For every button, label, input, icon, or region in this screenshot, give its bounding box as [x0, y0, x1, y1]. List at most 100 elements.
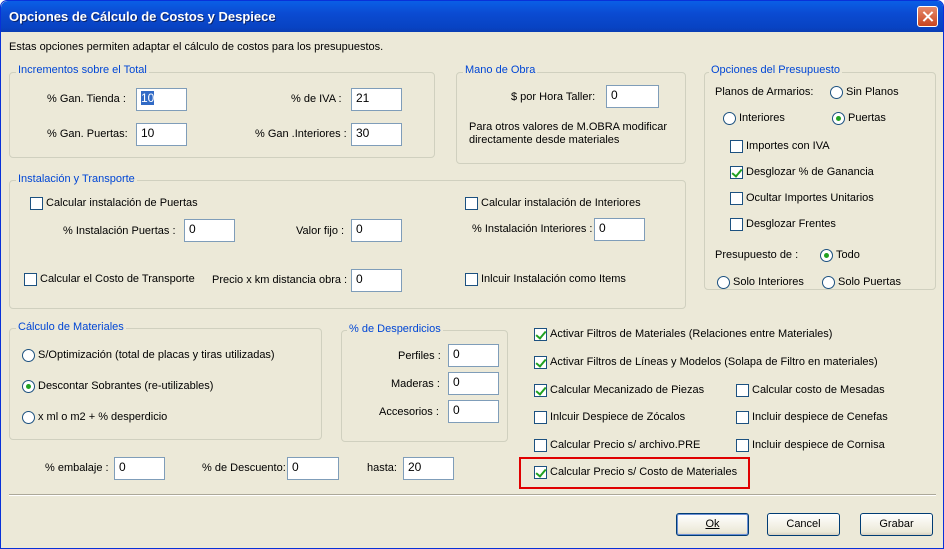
- importes-iva-checkbox[interactable]: [730, 140, 743, 153]
- calc-inst-interiores-checkbox[interactable]: [465, 197, 478, 210]
- descontar-label[interactable]: Descontar Sobrantes (re-utilizables): [38, 380, 213, 392]
- mano-obra-note-2: directamente desde materiales: [469, 134, 620, 146]
- ml-m2-label[interactable]: x ml o m2 + % desperdicio: [38, 411, 167, 423]
- gan-puertas-input[interactable]: 10: [136, 123, 187, 146]
- todo-radio[interactable]: [820, 249, 833, 262]
- solo-interiores-label[interactable]: Solo Interiores: [733, 276, 804, 288]
- mesadas-label[interactable]: Calcular costo de Mesadas: [752, 384, 885, 396]
- incluir-items-label[interactable]: Inlcuir Instalación como Items: [481, 273, 626, 285]
- embalaje-input[interactable]: 0: [114, 457, 165, 480]
- calc-inst-interiores-label[interactable]: Calcular instalación de Interiores: [481, 197, 641, 209]
- calc-inst-puertas-checkbox[interactable]: [30, 197, 43, 210]
- importes-iva-label[interactable]: Importes con IVA: [746, 140, 830, 152]
- inst-puertas-label: % Instalación Puertas :: [63, 225, 176, 237]
- perfiles-label: Perfiles :: [398, 350, 441, 362]
- mecanizado-checkbox[interactable]: [534, 384, 547, 397]
- hasta-label: hasta:: [367, 462, 397, 474]
- group-incrementos-title: Incrementos sobre el Total: [16, 64, 149, 76]
- desglozar-frentes-label[interactable]: Desglozar Frentes: [746, 218, 836, 230]
- optimizacion-radio[interactable]: [22, 349, 35, 362]
- activar-filtros-lineas-label[interactable]: Activar Filtros de Líneas y Modelos (Sol…: [550, 356, 878, 368]
- iva-label: % de IVA :: [291, 93, 342, 105]
- embalaje-label: % embalaje :: [45, 462, 109, 474]
- zocalos-checkbox[interactable]: [534, 411, 547, 424]
- precio-km-input[interactable]: 0: [351, 269, 402, 292]
- ocultar-unitarios-checkbox[interactable]: [730, 192, 743, 205]
- inst-interiores-label: % Instalación Interiores :: [472, 223, 593, 235]
- gan-tienda-label: % Gan. Tienda :: [47, 93, 126, 105]
- ml-m2-radio[interactable]: [22, 411, 35, 424]
- maderas-label: Maderas :: [391, 378, 440, 390]
- solo-puertas-label[interactable]: Solo Puertas: [838, 276, 901, 288]
- gan-interiores-input[interactable]: 30: [351, 123, 402, 146]
- separator: [9, 494, 936, 496]
- mesadas-checkbox[interactable]: [736, 384, 749, 397]
- valor-fijo-label: Valor fijo :: [296, 225, 345, 237]
- group-calculo-title: Cálculo de Materiales: [16, 321, 126, 333]
- group-opciones-title: Opciones del Presupuesto: [709, 64, 843, 76]
- descuento-label: % de Descuento:: [202, 462, 286, 474]
- iva-input[interactable]: 21: [351, 88, 402, 111]
- accesorios-label: Accesorios :: [379, 406, 439, 418]
- mecanizado-label[interactable]: Calcular Mecanizado de Piezas: [550, 384, 704, 396]
- activar-filtros-materiales-checkbox[interactable]: [534, 328, 547, 341]
- ok-button[interactable]: Ok: [676, 513, 749, 536]
- activar-filtros-materiales-label[interactable]: Activar Filtros de Materiales (Relacione…: [550, 328, 832, 340]
- dialog-window: Opciones de Cálculo de Costos y Despiece…: [0, 0, 944, 549]
- group-desperdicios-title: % de Desperdicios: [347, 323, 443, 335]
- puertas-label[interactable]: Puertas: [848, 112, 886, 124]
- incluir-items-checkbox[interactable]: [465, 273, 478, 286]
- descontar-radio[interactable]: [22, 380, 35, 393]
- title-bar[interactable]: Opciones de Cálculo de Costos y Despiece: [1, 1, 943, 32]
- calc-transporte-checkbox[interactable]: [24, 273, 37, 286]
- solo-interiores-radio[interactable]: [717, 276, 730, 289]
- calc-inst-puertas-label[interactable]: Calcular instalación de Puertas: [46, 197, 198, 209]
- archivo-pre-checkbox[interactable]: [534, 439, 547, 452]
- sin-planos-label[interactable]: Sin Planos: [846, 86, 899, 98]
- cornisa-label[interactable]: Incluir despiece de Cornisa: [752, 439, 885, 451]
- perfiles-input[interactable]: 0: [448, 344, 499, 367]
- ok-button-label: Ok: [705, 518, 720, 530]
- planos-label: Planos de Armarios:: [715, 86, 814, 98]
- gan-interiores-label: % Gan .Interiores :: [255, 128, 347, 140]
- puertas-radio[interactable]: [832, 112, 845, 125]
- archivo-pre-label[interactable]: Calcular Precio s/ archivo.PRE: [550, 439, 700, 451]
- window-title: Opciones de Cálculo de Costos y Despiece: [9, 9, 276, 24]
- cornisa-checkbox[interactable]: [736, 439, 749, 452]
- cenefas-label[interactable]: Incluir despiece de Cenefas: [752, 411, 888, 423]
- costo-materiales-checkbox[interactable]: [534, 466, 547, 479]
- hasta-input[interactable]: 20: [403, 457, 454, 480]
- inst-puertas-input[interactable]: 0: [184, 219, 235, 242]
- gan-tienda-input[interactable]: 10: [136, 88, 187, 111]
- cancel-button[interactable]: Cancel: [767, 513, 840, 536]
- accesorios-input[interactable]: 0: [448, 400, 499, 423]
- optimizacion-label[interactable]: S/Optimización (total de placas y tiras …: [38, 349, 275, 361]
- grabar-button[interactable]: Grabar: [860, 513, 933, 536]
- hora-taller-label: $ por Hora Taller:: [511, 91, 596, 103]
- description-text: Estas opciones permiten adaptar el cálcu…: [9, 41, 384, 53]
- group-instalacion-title: Instalación y Transporte: [16, 173, 137, 185]
- desglozar-ganancia-label[interactable]: Desglozar % de Ganancia: [746, 166, 874, 178]
- group-mano-obra-title: Mano de Obra: [463, 64, 538, 76]
- calc-transporte-label[interactable]: Calcular el Costo de Transporte: [40, 273, 195, 285]
- descuento-input[interactable]: 0: [287, 457, 339, 480]
- valor-fijo-input[interactable]: 0: [351, 219, 402, 242]
- desglozar-frentes-checkbox[interactable]: [730, 218, 743, 231]
- inst-interiores-input[interactable]: 0: [594, 218, 645, 241]
- interiores-label[interactable]: Interiores: [739, 112, 785, 124]
- desglozar-ganancia-checkbox[interactable]: [730, 166, 743, 179]
- ocultar-unitarios-label[interactable]: Ocultar Importes Unitarios: [746, 192, 874, 204]
- hora-taller-input[interactable]: 0: [606, 85, 659, 108]
- gan-puertas-label: % Gan. Puertas:: [47, 128, 128, 140]
- interiores-radio[interactable]: [723, 112, 736, 125]
- close-icon[interactable]: [917, 6, 938, 27]
- cenefas-checkbox[interactable]: [736, 411, 749, 424]
- activar-filtros-lineas-checkbox[interactable]: [534, 356, 547, 369]
- zocalos-label[interactable]: Inlcuir Despiece de Zócalos: [550, 411, 685, 423]
- solo-puertas-radio[interactable]: [822, 276, 835, 289]
- sin-planos-radio[interactable]: [830, 86, 843, 99]
- todo-label[interactable]: Todo: [836, 249, 860, 261]
- maderas-input[interactable]: 0: [448, 372, 499, 395]
- presupuesto-de-label: Presupuesto de :: [715, 249, 799, 261]
- costo-materiales-label[interactable]: Calcular Precio s/ Costo de Materiales: [550, 466, 737, 478]
